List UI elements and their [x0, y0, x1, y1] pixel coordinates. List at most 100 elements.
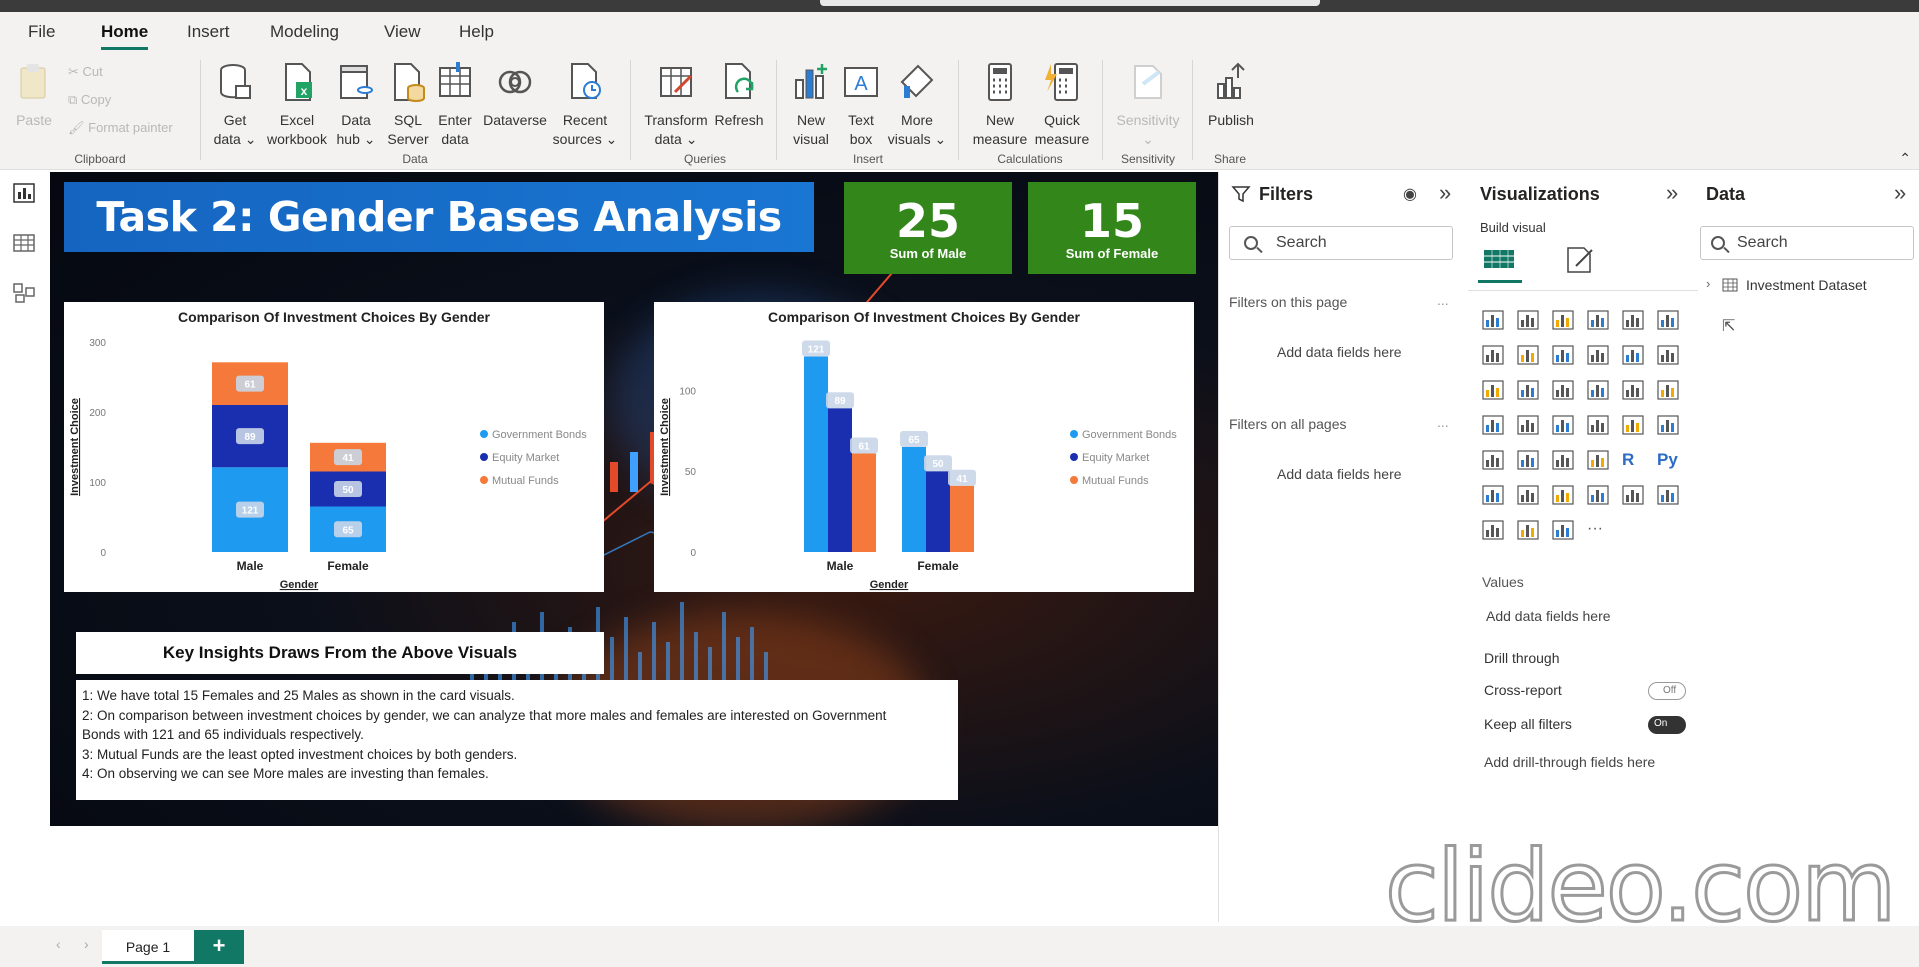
report-title-banner[interactable]: Task 2: Gender Bases Analysis [64, 182, 814, 252]
stacked-bar-chart[interactable]: Comparison Of Investment Choices By Gend… [64, 302, 604, 592]
stacked-area-icon[interactable] [1552, 345, 1574, 365]
goals-icon[interactable] [1622, 485, 1644, 505]
pie-icon[interactable] [1587, 380, 1609, 400]
line-clustered-icon[interactable] [1622, 345, 1644, 365]
report-view-icon[interactable] [12, 182, 36, 204]
menu-insert[interactable]: Insert [187, 22, 230, 42]
python-visual-icon[interactable]: Py [1657, 450, 1679, 470]
line-chart-icon[interactable] [1482, 345, 1504, 365]
menu-help[interactable]: Help [459, 22, 494, 42]
collapse-ribbon-icon[interactable]: ⌃ [1899, 150, 1911, 167]
clustered-column-icon[interactable] [1587, 310, 1609, 330]
shape-map-icon[interactable] [1552, 415, 1574, 435]
r-visual-icon[interactable]: R [1622, 450, 1644, 470]
menu-modeling[interactable]: Modeling [270, 22, 339, 42]
area-chart-icon[interactable] [1517, 345, 1539, 365]
menu-home[interactable]: Home [101, 22, 149, 50]
collapse-data-icon[interactable]: » [1894, 180, 1906, 206]
prev-page-icon[interactable]: ‹ [56, 936, 61, 952]
build-visual-tab-icon[interactable] [1482, 244, 1516, 274]
sql-server-button[interactable]: SQL Server [384, 62, 432, 149]
sum-of-female-card[interactable]: 15 Sum of Female [1028, 182, 1196, 274]
recent-sources-button[interactable]: Recent sources ⌄ [552, 62, 618, 149]
key-influencers-icon[interactable] [1482, 485, 1504, 505]
get-data-button[interactable]: Get data ⌄ [208, 62, 262, 149]
add-page-button[interactable]: + [194, 930, 244, 964]
qa-icon[interactable] [1552, 485, 1574, 505]
power-apps-icon[interactable] [1482, 520, 1504, 540]
map-icon[interactable] [1482, 415, 1504, 435]
enter-data-button[interactable]: Enter data [432, 62, 478, 149]
next-page-icon[interactable]: › [84, 936, 89, 952]
insights-textbox[interactable]: 1: We have total 15 Females and 25 Males… [76, 680, 958, 800]
paginated-report-icon[interactable] [1657, 485, 1679, 505]
filters-search-input[interactable]: Search [1229, 226, 1453, 260]
slicer-icon[interactable] [1517, 450, 1539, 470]
expand-chevron-icon[interactable]: › [1706, 276, 1710, 291]
values-well[interactable]: Add data fields here [1486, 608, 1611, 624]
menu-view[interactable]: View [384, 22, 421, 42]
menu-file[interactable]: File [28, 22, 55, 42]
narrative-icon[interactable] [1587, 485, 1609, 505]
table-icon[interactable] [1552, 450, 1574, 470]
insights-title[interactable]: Key Insights Draws From the Above Visual… [76, 632, 604, 674]
investment-dataset-table[interactable]: Investment Dataset [1746, 277, 1867, 293]
filters-on-page-well[interactable]: Add data fields here [1277, 344, 1402, 360]
treemap-icon[interactable] [1657, 380, 1679, 400]
new-measure-button[interactable]: New measure [968, 62, 1032, 149]
cut-button[interactable]: ✂ Cut [68, 64, 103, 80]
line-column-icon[interactable] [1587, 345, 1609, 365]
publish-button[interactable]: Publish [1202, 62, 1260, 130]
sum-of-male-card[interactable]: 25 Sum of Male [844, 182, 1012, 274]
report-canvas[interactable]: Task 2: Gender Bases Analysis 25 Sum of … [50, 172, 1218, 826]
data-search-input[interactable]: Search [1700, 226, 1914, 260]
waterfall-icon[interactable] [1482, 380, 1504, 400]
decomposition-tree-icon[interactable] [1517, 485, 1539, 505]
card-icon[interactable] [1622, 415, 1644, 435]
cross-report-toggle[interactable]: Off [1648, 682, 1686, 700]
dataverse-button[interactable]: Dataverse [478, 62, 552, 130]
multirow-card-icon[interactable] [1657, 415, 1679, 435]
ribbon-chart-icon[interactable] [1657, 345, 1679, 365]
clustered-bar-icon[interactable] [1552, 310, 1574, 330]
more-options-icon[interactable]: ... [1437, 292, 1449, 308]
excel-workbook-button[interactable]: x Excel workbook [262, 62, 332, 149]
gauge-icon[interactable] [1587, 415, 1609, 435]
copy-button[interactable]: ⧉ Copy [68, 92, 111, 108]
title-search-box[interactable] [820, 0, 1320, 6]
model-view-icon[interactable] [12, 282, 36, 304]
stacked-column-icon[interactable] [1517, 310, 1539, 330]
funnel-icon[interactable] [1517, 380, 1539, 400]
more-visuals-icon[interactable]: ··· [1587, 520, 1609, 540]
more-options-icon[interactable]: ... [1437, 414, 1449, 430]
sensitivity-button[interactable]: Sensitivity ⌄ [1110, 62, 1186, 149]
format-painter-button[interactable]: 🖌 Format painter [68, 120, 173, 136]
paste-button[interactable]: Paste [12, 62, 56, 130]
collapse-visualizations-icon[interactable]: » [1666, 180, 1678, 206]
filled-map-icon[interactable] [1517, 415, 1539, 435]
stacked-bar-icon[interactable] [1482, 310, 1504, 330]
new-visual-button[interactable]: New visual [786, 62, 836, 149]
eye-icon[interactable]: ◉ [1403, 184, 1417, 204]
transform-data-button[interactable]: Transform data ⌄ [640, 62, 712, 149]
drill-through-well[interactable]: Add drill-through fields here [1484, 754, 1655, 770]
keep-all-filters-toggle[interactable]: On [1648, 716, 1686, 734]
collapse-filters-icon[interactable]: » [1439, 180, 1451, 206]
power-automate-icon[interactable] [1517, 520, 1539, 540]
filters-on-all-well[interactable]: Add data fields here [1277, 466, 1402, 482]
table-view-icon[interactable] [12, 232, 36, 254]
more-visuals-button[interactable]: More visuals ⌄ [886, 62, 948, 149]
scatter-icon[interactable] [1552, 380, 1574, 400]
kpi-icon[interactable] [1482, 450, 1504, 470]
data-hub-button[interactable]: Data hub ⌄ [332, 62, 380, 149]
metrics-icon[interactable] [1552, 520, 1574, 540]
refresh-button[interactable]: Refresh [712, 62, 766, 130]
100-bar-icon[interactable] [1622, 310, 1644, 330]
matrix-icon[interactable] [1587, 450, 1609, 470]
page-tab-page-1[interactable]: Page 1 [102, 930, 194, 964]
clustered-bar-chart[interactable]: Comparison Of Investment Choices By Gend… [654, 302, 1194, 592]
format-visual-tab-icon[interactable] [1564, 244, 1598, 274]
100-column-icon[interactable] [1657, 310, 1679, 330]
quick-measure-button[interactable]: Quick measure [1032, 62, 1092, 149]
donut-icon[interactable] [1622, 380, 1644, 400]
